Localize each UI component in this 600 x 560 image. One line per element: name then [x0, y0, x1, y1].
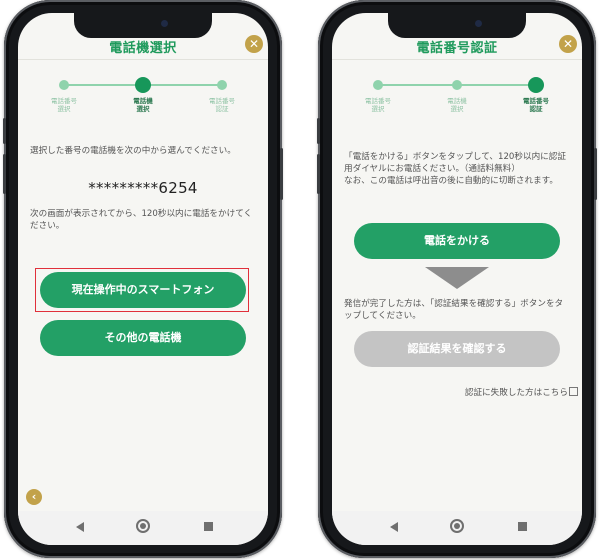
- verification-failed-link-text: 認証に失敗した方はこちら: [464, 388, 568, 398]
- step-phone-number-select: 電話番号 選択: [343, 75, 413, 113]
- progress-stepper: 電話番号 選択 電話機 選択 電話番号 認証: [18, 75, 268, 125]
- current-smartphone-button[interactable]: 現在操作中のスマートフォン: [40, 272, 246, 308]
- step-dot: [217, 80, 227, 90]
- step-label: 電話番号 認証: [209, 97, 235, 113]
- step-dot: [59, 80, 69, 90]
- nav-recent-apps-icon[interactable]: [518, 522, 527, 531]
- confirm-result-button[interactable]: 認証結果を確認する: [354, 331, 560, 367]
- power-button: [594, 148, 597, 200]
- instruction-text: 「電話をかける」ボタンをタップして、120秒以内に認証用ダイヤルにお電話ください…: [344, 152, 566, 186]
- step-label: 電話番号 選択: [365, 97, 391, 113]
- step-label: 電話番号 選択: [51, 97, 77, 113]
- phone-screen-right: 電話番号認証 ✕ 電話番号 選択 電話機 選択 電話番号 認証 「電話をかける」…: [332, 13, 582, 545]
- step-phone-device-select: 電話機 選択: [108, 75, 178, 113]
- close-icon[interactable]: ✕: [559, 35, 577, 53]
- front-camera: [475, 20, 482, 27]
- step-phone-verify: 電話番号 認証: [501, 75, 571, 113]
- volume-button: [317, 154, 320, 194]
- nav-home-icon[interactable]: [450, 519, 464, 533]
- after-call-text: 発信が完了した方は、「認証結果を確認する」ボタンをタップしてください。: [344, 299, 564, 321]
- volume-button: [3, 118, 6, 144]
- other-phone-button[interactable]: その他の電話機: [40, 320, 246, 356]
- page-title: 電話番号認証: [416, 41, 498, 56]
- nav-home-icon[interactable]: [136, 519, 150, 533]
- power-button: [280, 148, 283, 200]
- step-phone-verify: 電話番号 認証: [187, 75, 257, 113]
- header-divider: [18, 59, 268, 60]
- step-dot: [373, 80, 383, 90]
- masked-phone-number: *********6254: [88, 179, 198, 197]
- android-nav-bar: [18, 511, 268, 545]
- step-label: 電話番号 認証: [523, 97, 549, 113]
- chevron-left-icon[interactable]: ‹: [26, 489, 42, 505]
- close-icon[interactable]: ✕: [245, 35, 263, 53]
- volume-button: [3, 154, 6, 194]
- notch: [74, 13, 212, 38]
- step-label: 電話機 選択: [447, 97, 467, 113]
- external-link-icon: [569, 387, 578, 396]
- step-label: 電話機 選択: [133, 97, 153, 113]
- page-title: 電話機選択: [109, 41, 177, 56]
- nav-back-icon[interactable]: [76, 522, 84, 532]
- step-phone-device-select: 電話機 選択: [422, 75, 492, 113]
- call-button[interactable]: 電話をかける: [354, 223, 560, 259]
- nav-back-icon[interactable]: [390, 522, 398, 532]
- volume-button: [317, 118, 320, 144]
- app-header: 電話番号認証 ✕: [332, 35, 582, 59]
- time-limit-note: 次の画面が表示されてから、120秒以内に電話をかけてください。: [30, 209, 253, 231]
- android-nav-bar: [332, 511, 582, 545]
- phone-screen-left: 電話機選択 ✕ 電話番号 選択 電話機 選択 電話番号 認証 選択した番号の電話…: [18, 13, 268, 545]
- step-dot-active: [135, 77, 151, 93]
- phone-frame-right: 電話番号認証 ✕ 電話番号 選択 電話機 選択 電話番号 認証 「電話をかける」…: [317, 0, 597, 558]
- step-phone-number-select: 電話番号 選択: [29, 75, 99, 113]
- step-dot-active: [528, 77, 544, 93]
- phone-frame-left: 電話機選択 ✕ 電話番号 選択 電話機 選択 電話番号 認証 選択した番号の電話…: [3, 0, 283, 558]
- header-divider: [332, 59, 582, 60]
- step-dot: [452, 80, 462, 90]
- arrow-down-icon: [425, 267, 489, 289]
- nav-recent-apps-icon[interactable]: [204, 522, 213, 531]
- progress-stepper: 電話番号 選択 電話機 選択 電話番号 認証: [332, 75, 582, 125]
- app-header: 電話機選択 ✕: [18, 35, 268, 59]
- notch: [388, 13, 526, 38]
- instruction-text: 選択した番号の電話機を次の中から選んでください。: [30, 146, 236, 156]
- front-camera: [161, 20, 168, 27]
- verification-failed-link[interactable]: 認証に失敗した方はこちら: [465, 386, 578, 398]
